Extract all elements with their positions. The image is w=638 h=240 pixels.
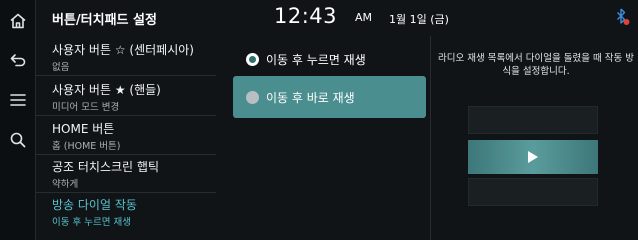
play-icon <box>528 151 538 163</box>
left-navigation-rail <box>0 0 36 240</box>
clock-ampm: AM <box>355 11 373 24</box>
setting-description: 라디오 재생 목록에서 다이얼을 돌렸을 때 작동 방식을 설정합니다. <box>438 53 634 77</box>
item-value: 이동 후 누르면 재생 <box>52 217 131 228</box>
item-title: 사용자 버튼 ☆ (센터페시아) <box>52 43 194 57</box>
preview-highlight-row <box>468 140 598 174</box>
back-icon <box>10 54 26 67</box>
item-value: 약하게 <box>52 179 79 190</box>
list-item-user-button-center[interactable]: 사용자 버튼 ☆ (센터페시아) 없음 <box>36 38 216 76</box>
page-title: 버튼/터치패드 설정 <box>52 13 157 28</box>
search-icon <box>10 132 26 148</box>
item-value: 없음 <box>52 62 70 73</box>
back-button[interactable] <box>3 45 33 75</box>
preview-list-row <box>468 106 598 134</box>
radio-selected-icon <box>246 53 259 66</box>
option-label: 이동 후 바로 재생 <box>266 91 355 105</box>
list-item-broadcast-dial[interactable]: 방송 다이얼 작동 이동 후 누르면 재생 <box>36 193 216 231</box>
clock-time: 12:43 <box>274 4 338 28</box>
search-button[interactable] <box>3 125 33 155</box>
item-title: 방송 다이얼 작동 <box>52 198 137 212</box>
item-title: 사용자 버튼 ★ (핸들) <box>52 83 161 97</box>
option-play-immediately[interactable]: 이동 후 바로 재생 <box>233 76 426 118</box>
list-item-user-button-steering[interactable]: 사용자 버튼 ★ (핸들) 미디어 모드 변경 <box>36 78 216 116</box>
item-value: 홈 (HOME 버튼) <box>52 141 121 152</box>
home-button[interactable] <box>3 6 33 36</box>
preview-list-row <box>468 178 598 206</box>
date-label: 1월 1일 (금) <box>389 13 449 26</box>
menu-button[interactable] <box>3 85 33 115</box>
connectivity-status-icon <box>617 8 630 25</box>
item-title: HOME 버튼 <box>52 122 115 136</box>
radio-unselected-icon <box>246 91 259 104</box>
option-label: 이동 후 누르면 재생 <box>266 53 366 67</box>
home-icon <box>10 13 26 29</box>
header-bar: 버튼/터치패드 설정 12:43 AM 1월 1일 (금) <box>36 0 638 36</box>
settings-list: 사용자 버튼 ☆ (센터페시아) 없음 사용자 버튼 ★ (핸들) 미디어 모드… <box>36 36 216 240</box>
panel-divider <box>430 36 431 240</box>
item-value: 미디어 모드 변경 <box>52 102 120 113</box>
item-title: 공조 터치스크린 햅틱 <box>52 160 159 174</box>
dial-options-panel: 이동 후 누르면 재생 이동 후 바로 재생 <box>216 36 430 240</box>
option-press-to-play[interactable]: 이동 후 누르면 재생 <box>233 38 426 80</box>
list-item-home-button[interactable]: HOME 버튼 홈 (HOME 버튼) <box>36 117 216 155</box>
menu-icon <box>10 94 26 106</box>
list-item-climate-haptic[interactable]: 공조 터치스크린 햅틱 약하게 <box>36 155 216 193</box>
